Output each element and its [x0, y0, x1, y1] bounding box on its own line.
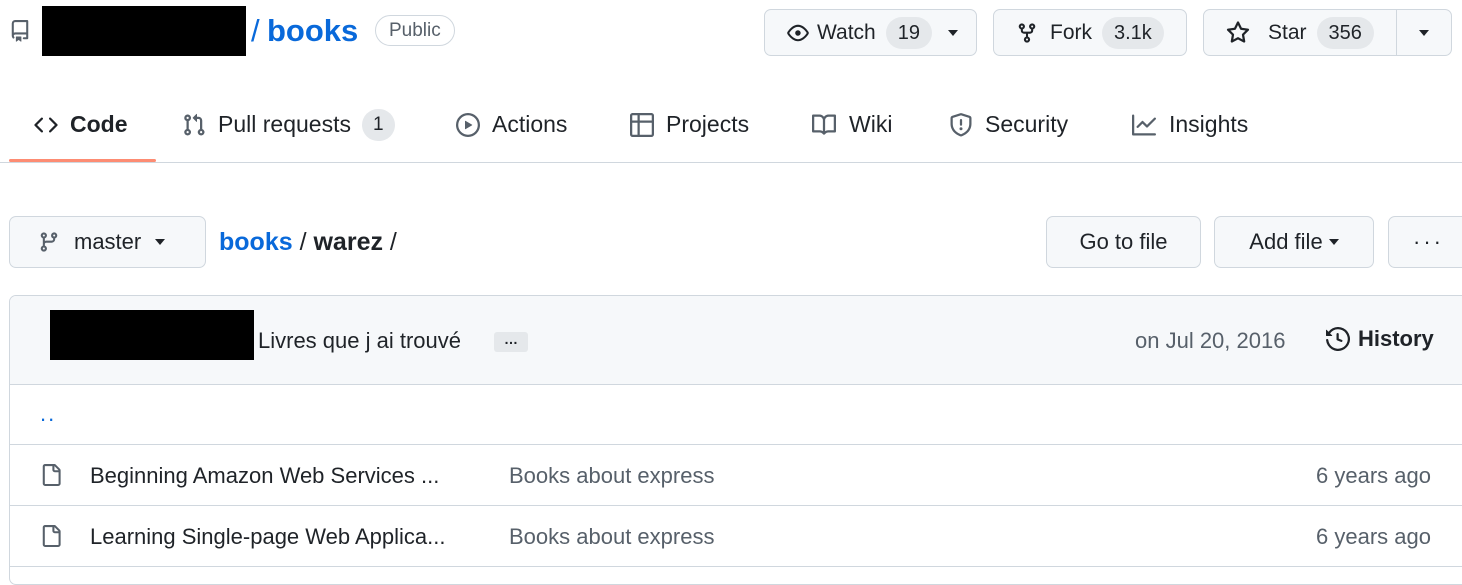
tab-insights[interactable]: Insights — [1131, 87, 1248, 162]
file-commit-age: 6 years ago — [1316, 463, 1431, 488]
tab-security[interactable]: Security — [949, 87, 1068, 162]
play-icon — [456, 112, 480, 137]
redacted-owner-name — [42, 6, 246, 56]
pull-request-icon — [182, 113, 206, 137]
file-commit-message-link[interactable]: Books about express — [509, 524, 714, 550]
breadcrumb-separator: / — [299, 228, 307, 256]
tab-code[interactable]: Code — [34, 87, 128, 162]
chevron-down-icon — [947, 29, 958, 36]
kebab-icon: ··· — [1413, 229, 1444, 254]
repo-icon — [9, 20, 31, 42]
fork-icon — [1016, 22, 1038, 44]
repo-nav: Code Pull requests 1 Actions Projects Wi… — [0, 87, 1462, 163]
tab-label: Code — [70, 111, 128, 137]
branch-name: master — [74, 229, 142, 254]
file-commit-age: 6 years ago — [1316, 524, 1431, 549]
book-icon — [811, 113, 837, 137]
tab-label: Wiki — [849, 111, 893, 137]
tab-label: Security — [985, 111, 1069, 137]
redacted-commit-author — [50, 310, 254, 360]
go-to-file-button[interactable]: Go to file — [1046, 216, 1201, 268]
file-commit-message-link[interactable]: Books about express — [509, 463, 714, 489]
watch-label: Watch — [817, 20, 876, 44]
file-name-link[interactable]: Beginning Amazon Web Services ... — [90, 463, 439, 489]
star-button-group: Star 356 — [1203, 9, 1452, 56]
breadcrumb: books / warez / — [219, 228, 397, 257]
tab-label: Actions — [492, 111, 568, 137]
code-icon — [34, 113, 58, 137]
add-file-label: Add file — [1249, 229, 1323, 254]
shield-icon — [949, 112, 973, 137]
tab-label: Pull requests — [218, 111, 351, 137]
owner-repo-separator: / — [251, 13, 260, 48]
tab-label: Insights — [1169, 111, 1249, 137]
watch-button[interactable]: Watch 19 — [764, 9, 977, 56]
chevron-down-icon — [1419, 29, 1430, 36]
repo-name-link[interactable]: books — [267, 13, 358, 49]
breadcrumb-repo-link[interactable]: books — [219, 228, 293, 256]
fork-label: Fork — [1050, 20, 1092, 44]
table-row[interactable]: Beginning Amazon Web Services ... Books … — [10, 445, 1462, 506]
star-button[interactable]: Star 356 — [1204, 10, 1398, 55]
tab-projects[interactable]: Projects — [630, 87, 749, 162]
add-file-button[interactable]: Add file — [1214, 216, 1374, 268]
tab-pull-requests[interactable]: Pull requests 1 — [182, 87, 395, 162]
more-options-button[interactable]: ··· — [1388, 216, 1462, 268]
tab-label: Projects — [666, 111, 750, 137]
visibility-badge: Public — [375, 15, 455, 46]
pull-request-count: 1 — [361, 108, 395, 141]
file-name-link[interactable]: Learning Single-page Web Applica... — [90, 524, 446, 550]
file-list: Livres que j ai trouvé … on Jul 20, 2016… — [9, 295, 1462, 585]
table-row[interactable]: Learning Single-page Web Applica... Book… — [10, 506, 1462, 567]
eye-icon — [787, 22, 809, 44]
graph-icon — [1131, 113, 1157, 137]
star-list-dropdown[interactable] — [1397, 10, 1451, 55]
history-icon — [1326, 327, 1358, 351]
history-label: History — [1358, 326, 1434, 351]
branch-selector[interactable]: master — [9, 216, 206, 268]
commit-expand-button[interactable]: … — [494, 332, 528, 352]
latest-commit-row: Livres que j ai trouvé … on Jul 20, 2016… — [10, 296, 1462, 385]
fork-button[interactable]: Fork 3.1k — [993, 9, 1187, 56]
chevron-down-icon — [1328, 239, 1339, 245]
chevron-down-icon — [155, 239, 166, 245]
table-icon — [630, 112, 654, 137]
parent-directory-row[interactable]: .. — [10, 385, 1462, 445]
star-icon — [1226, 20, 1250, 45]
star-count: 356 — [1316, 16, 1374, 49]
tab-actions[interactable]: Actions — [456, 87, 567, 162]
fork-count: 3.1k — [1102, 16, 1164, 49]
parent-directory-link[interactable]: .. — [40, 401, 56, 427]
commit-message-link[interactable]: Livres que j ai trouvé — [258, 328, 461, 354]
star-label: Star — [1268, 20, 1307, 44]
file-icon — [40, 463, 62, 487]
watch-count: 19 — [885, 16, 932, 49]
active-tab-underline — [9, 159, 156, 162]
repo-header: / books Public Watch 19 Fork 3.1k Star 3… — [0, 0, 1462, 66]
branch-icon — [38, 231, 60, 253]
breadcrumb-current-folder: warez — [313, 228, 383, 256]
history-link[interactable]: History — [1326, 326, 1434, 352]
breadcrumb-separator: / — [389, 228, 397, 256]
tab-wiki[interactable]: Wiki — [811, 87, 892, 162]
file-icon — [40, 524, 62, 548]
commit-date: on Jul 20, 2016 — [1135, 328, 1286, 353]
